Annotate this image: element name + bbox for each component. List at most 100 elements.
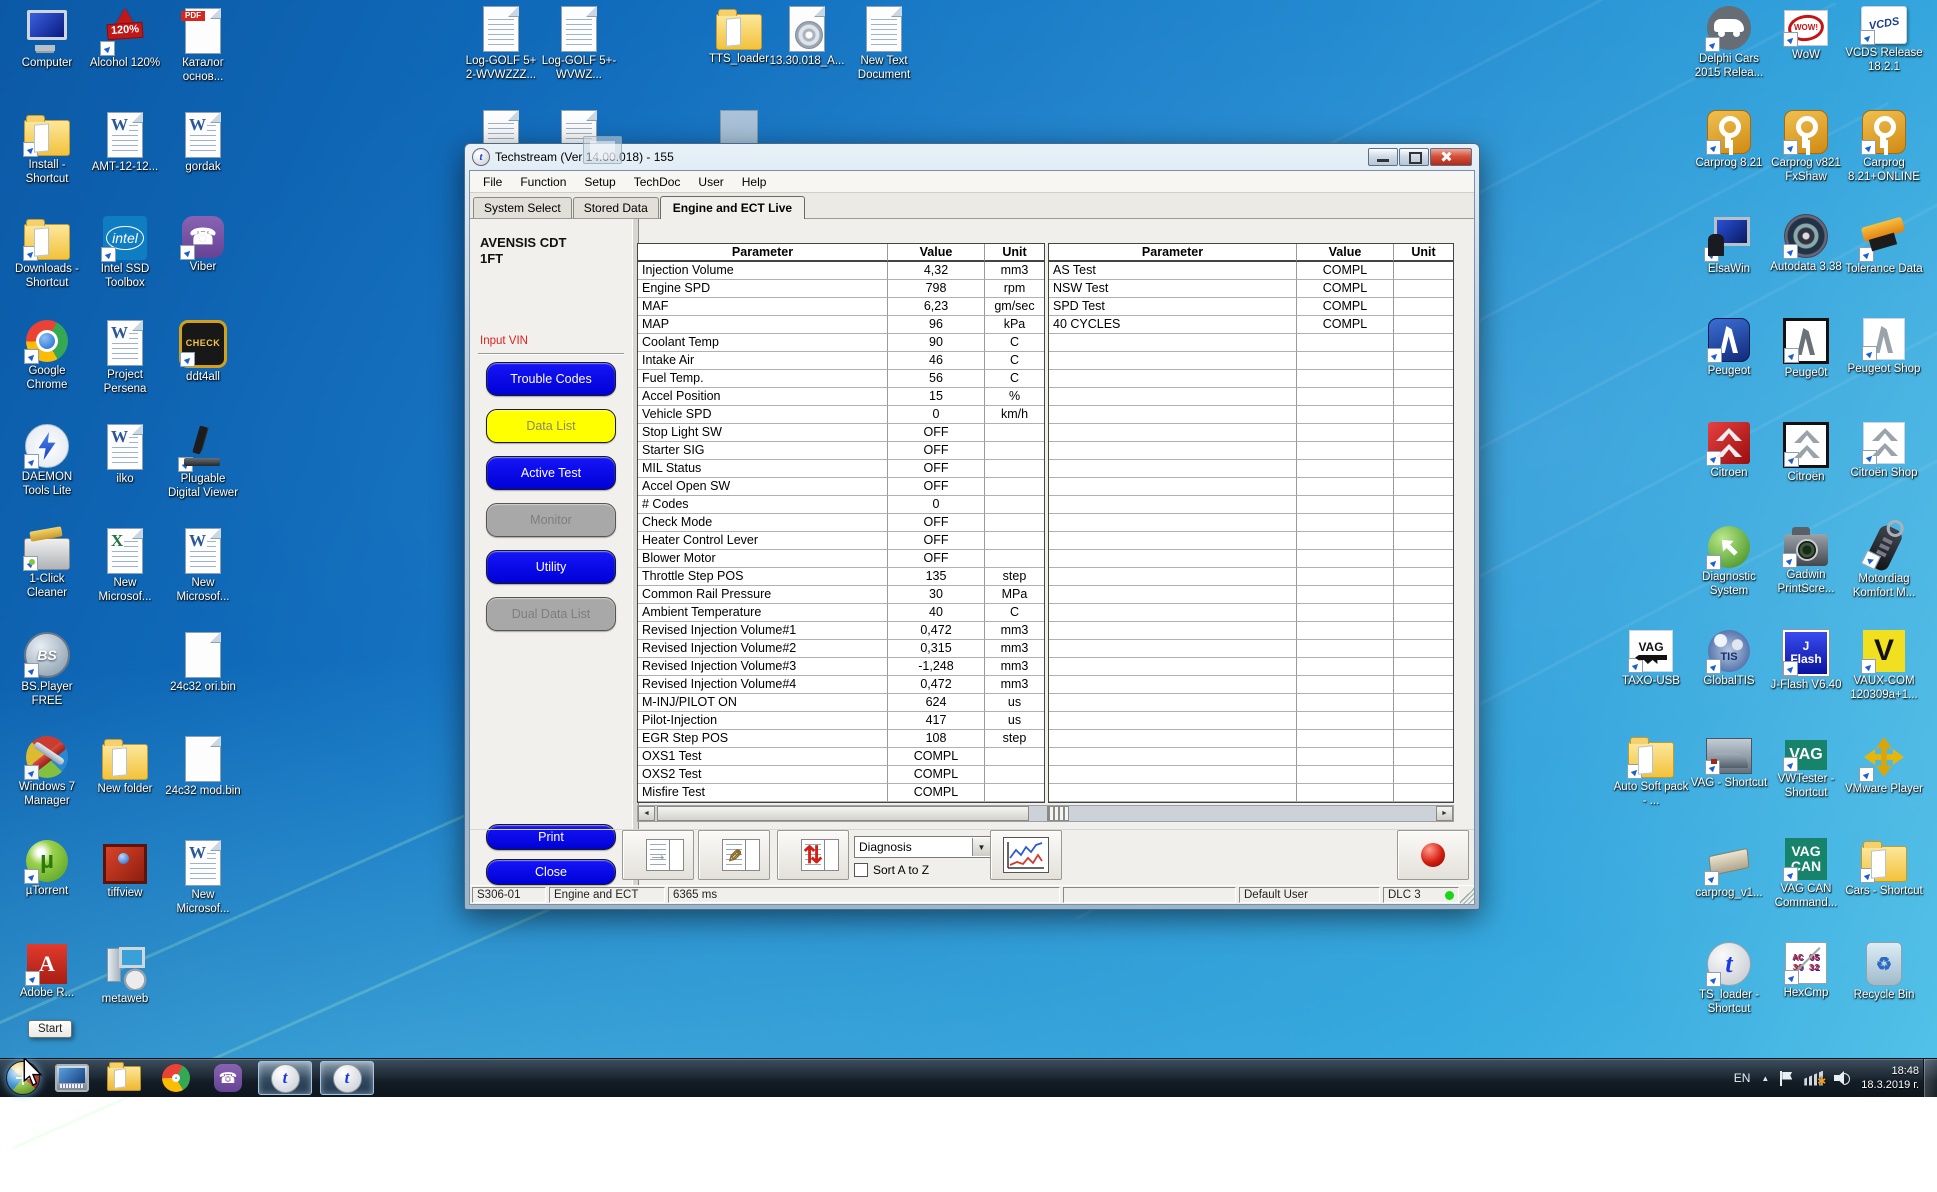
volume-icon[interactable] [1834,1071,1850,1085]
desktop-icon[interactable]: 24c32 mod.bin [164,736,242,799]
desktop-icon[interactable]: ElsaWin [1690,214,1768,277]
table-row[interactable] [1049,748,1453,766]
desktop-icon[interactable]: Carprog v821 FxShaw [1767,110,1845,184]
desktop-icon[interactable]: Cars - Shortcut [1845,838,1923,899]
desktop-icon[interactable]: CHECK ddt4all [164,320,242,385]
dropdown-arrow-icon[interactable]: ▼ [972,838,990,856]
table-row[interactable]: Revised Injection Volume#4 0,472 mm3 [638,676,1044,694]
view-mode-dropdown[interactable]: Diagnosis ▼ [854,836,991,858]
desktop-icon[interactable]: Autodata 3.38 [1767,214,1845,275]
desktop-icon[interactable]: J Flash J-Flash V6.40 [1767,630,1845,693]
swap-list-button[interactable]: ⇅ [777,830,849,880]
function-button[interactable]: Dual Data List [486,597,616,631]
desktop-icon[interactable]: Peugeot [1690,318,1768,379]
desktop-icon[interactable]: VAG CAN VAG CAN Command... [1767,838,1845,910]
table-row[interactable]: Blower Motor OFF [638,550,1044,568]
desktop-icon[interactable]: VAG - Shortcut [1690,734,1768,791]
input-vin-link[interactable]: Input VIN [480,335,528,347]
table-row[interactable] [1049,496,1453,514]
table-row[interactable]: M-INJ/PILOT ON 624 us [638,694,1044,712]
scroll-left-button[interactable]: ◄ [638,806,655,821]
desktop-icon[interactable]: Carprog 8.21 [1690,110,1768,171]
desktop-icon[interactable]: Log-GOLF 5+ 2-WVWZZZ... [462,6,540,82]
desktop-icon[interactable]: metaweb [86,944,164,1007]
table-row[interactable] [1049,514,1453,532]
desktop-icon[interactable]: tiffview [86,840,164,901]
show-desktop-button[interactable] [1923,1059,1937,1097]
table-row[interactable]: SPD Test COMPL [1049,298,1453,316]
maximize-button[interactable] [1399,148,1429,166]
table-row[interactable]: # Codes 0 [638,496,1044,514]
desktop-icon[interactable]: V VAUX-COM 120309a+1... [1845,630,1923,702]
table-row[interactable] [1049,568,1453,586]
table-row[interactable] [1049,712,1453,730]
desktop-icon[interactable]: New folder [86,736,164,797]
taskbar-button[interactable] [102,1061,146,1095]
table-row[interactable]: 40 CYCLES COMPL [1049,316,1453,334]
desktop-icon[interactable]: TIS GlobalTIS [1690,630,1768,689]
desktop-icon[interactable]: Motordiag Komfort M... [1845,526,1923,600]
graph-view-button[interactable] [990,830,1062,880]
desktop-icon[interactable]: W New Microsof... [164,528,242,604]
resize-grip[interactable] [1460,886,1474,904]
desktop-icon[interactable]: DAEMON Tools Lite [8,424,86,498]
table-row[interactable] [1049,766,1453,784]
desktop-icon[interactable]: VMware Player [1845,734,1923,797]
table-row[interactable] [1049,550,1453,568]
table-row[interactable] [1049,334,1453,352]
desktop-icon[interactable]: Carprog 8.21+ONLINE [1845,110,1923,184]
desktop-icon[interactable]: WOW! WoW [1767,6,1845,63]
desktop-icon[interactable]: W ilko [86,424,164,487]
table-row[interactable] [1049,622,1453,640]
table-row[interactable]: Coolant Temp 90 C [638,334,1044,352]
action-center-flag-icon[interactable] [1780,1071,1793,1086]
desktop-icon[interactable]: Citroën [1767,422,1845,485]
table-row[interactable] [1049,640,1453,658]
desktop-icon[interactable]: 13.30.018_A... [768,6,846,69]
table-row[interactable]: OXS1 Test COMPL [638,748,1044,766]
desktop-icon[interactable]: t TS_loader - Shortcut [1690,942,1768,1016]
table-row[interactable] [1049,442,1453,460]
scroll-right-button[interactable]: ► [1436,806,1453,821]
taskbar-button[interactable]: t [258,1061,312,1095]
table-row[interactable]: Stop Light SW OFF [638,424,1044,442]
sort-checkbox[interactable] [854,863,868,877]
desktop-icon[interactable]: New Text Document [845,6,923,82]
table-row[interactable]: MAP 96 kPa [638,316,1044,334]
desktop-icon[interactable]: Auto Soft pack - ... [1612,734,1690,808]
table-row[interactable] [1049,586,1453,604]
table-row[interactable] [1049,460,1453,478]
desktop-icon[interactable]: Install - Shortcut [8,112,86,186]
menu-item[interactable]: Function [511,173,575,191]
taskbar-button[interactable]: t [320,1061,374,1095]
desktop-icon[interactable]: Windows 7 Manager [8,736,86,808]
table-row[interactable]: Engine SPD 798 rpm [638,280,1044,298]
desktop-icon[interactable]: W gordak [164,112,242,175]
scrollbar-thumb[interactable] [657,806,1029,821]
desktop-icon[interactable]: W Project Persena [86,320,164,396]
close-button[interactable] [1430,148,1472,166]
table-row[interactable]: NSW Test COMPL [1049,280,1453,298]
menu-item[interactable]: File [474,173,511,191]
desktop-icon[interactable]: Citroen [1690,422,1768,481]
desktop-icon[interactable]: 120% Alcohol 120% [86,8,164,71]
table-row[interactable]: MAF 6,23 gm/sec [638,298,1044,316]
desktop-icon[interactable]: Downloads - Shortcut [8,216,86,290]
hidden-icons-arrow[interactable]: ▲ [1761,1074,1769,1083]
table-row[interactable]: Intake Air 46 C [638,352,1044,370]
table-row[interactable]: EGR Step POS 108 step [638,730,1044,748]
menu-item[interactable]: TechDoc [625,173,690,191]
table-row[interactable]: Fuel Temp. 56 C [638,370,1044,388]
desktop-icon[interactable]: Gadwin PrintScre... [1767,526,1845,596]
desktop-icon[interactable]: 24c32 ori.bin [164,632,242,695]
table-row[interactable] [1049,694,1453,712]
function-button[interactable]: Data List [486,409,616,443]
table-row[interactable]: Revised Injection Volume#3 -1,248 mm3 [638,658,1044,676]
desktop-icon[interactable]: VAG VWTester - Shortcut [1767,734,1845,800]
desktop-icon[interactable]: Tolerance Data [1845,214,1923,277]
table-row[interactable] [1049,784,1453,802]
table-row[interactable]: Revised Injection Volume#2 0,315 mm3 [638,640,1044,658]
desktop-icon[interactable]: Log-GOLF 5+-WVWZ... [540,6,618,82]
desktop-icon[interactable]: Delphi Cars 2015 Relea... [1690,6,1768,80]
table-row[interactable]: Revised Injection Volume#1 0,472 mm3 [638,622,1044,640]
